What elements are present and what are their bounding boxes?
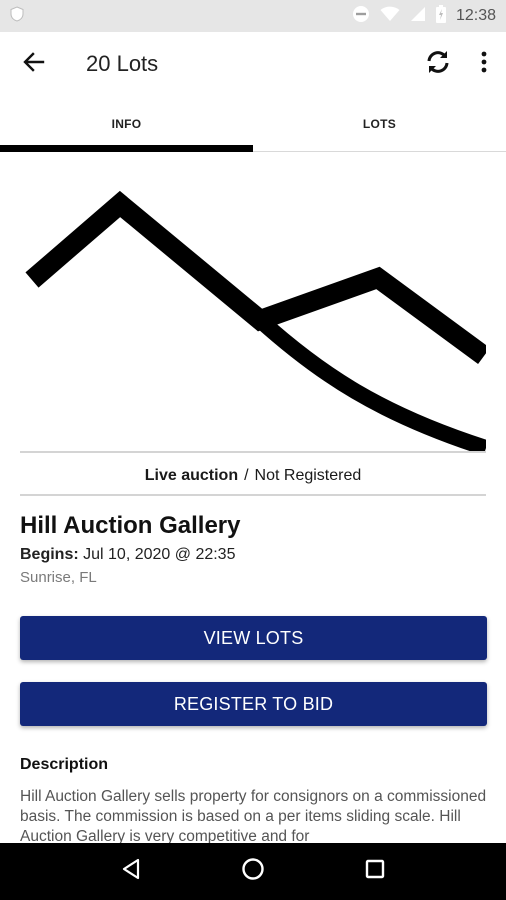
divider	[20, 451, 486, 453]
status-separator: /	[244, 467, 249, 484]
home-circle-icon	[241, 857, 265, 886]
wifi-icon	[380, 6, 400, 27]
gallery-name: Hill Auction Gallery	[20, 512, 241, 539]
signal-icon	[410, 6, 426, 27]
tab-bar: INFO LOTS	[0, 96, 506, 152]
back-arrow-icon	[23, 51, 45, 78]
overflow-menu-icon	[481, 51, 487, 78]
mountain-icon	[25, 190, 490, 456]
system-nav-bar	[0, 843, 506, 900]
auction-type: Live auction	[144, 467, 239, 484]
nav-recents-button[interactable]	[345, 843, 405, 900]
tab-lots[interactable]: LOTS	[253, 96, 506, 151]
status-time: 12:38	[455, 7, 496, 24]
refresh-button[interactable]	[414, 32, 462, 96]
app-bar: 20 Lots	[0, 32, 506, 96]
auction-status: Live auction / Not Registered	[20, 458, 486, 494]
back-button[interactable]	[0, 32, 68, 96]
registration-status: Not Registered	[254, 467, 362, 484]
begins-label: Begins:	[20, 546, 79, 563]
overflow-menu-button[interactable]	[462, 32, 506, 96]
auction-image-placeholder	[20, 152, 490, 456]
register-to-bid-button[interactable]: REGISTER TO BID	[20, 682, 487, 726]
do-not-disturb-icon	[352, 5, 370, 28]
back-triangle-icon	[121, 858, 141, 885]
nav-back-button[interactable]	[101, 843, 161, 900]
page-title: 20 Lots	[86, 51, 159, 76]
auction-location: Sunrise, FL	[20, 569, 97, 586]
view-lots-button[interactable]: VIEW LOTS	[20, 616, 487, 660]
battery-icon	[435, 4, 446, 28]
divider	[20, 494, 486, 496]
description-text: Hill Auction Gallery sells property for …	[20, 788, 487, 843]
status-bar: 12:38	[0, 0, 506, 32]
tab-info[interactable]: INFO	[0, 96, 253, 152]
nav-home-button[interactable]	[223, 843, 283, 900]
recents-square-icon	[365, 859, 385, 884]
begins-row: Begins: Jul 10, 2020 @ 22:35	[20, 546, 235, 564]
refresh-icon	[424, 48, 452, 81]
shield-icon	[10, 5, 24, 27]
begins-value: Jul 10, 2020 @ 22:35	[83, 546, 236, 563]
description-heading: Description	[20, 756, 109, 773]
